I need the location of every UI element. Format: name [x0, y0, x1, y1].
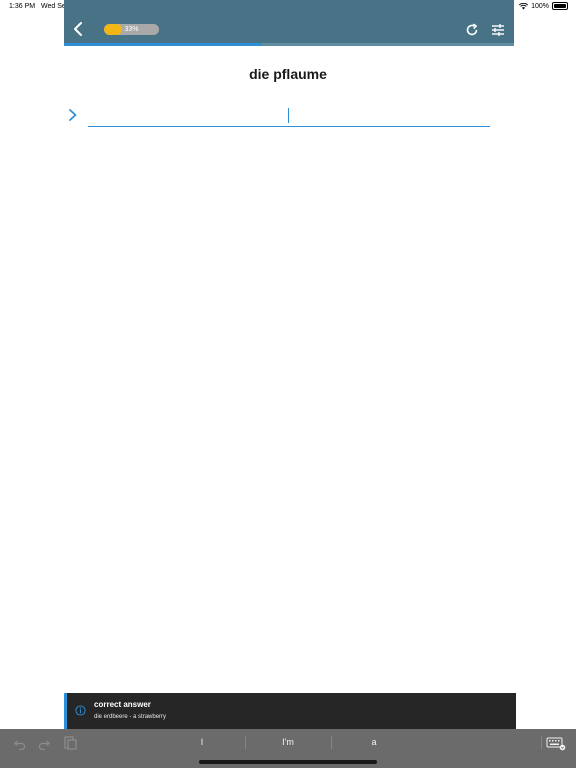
- toast-text: die erdbeere - a strawberry: [94, 714, 167, 720]
- paste-button[interactable]: [63, 735, 77, 750]
- battery-icon: [552, 2, 568, 10]
- redo-button[interactable]: [37, 736, 51, 750]
- feedback-toast: correct answer die erdbeere - a strawber…: [64, 693, 516, 729]
- status-indicators: 100%: [519, 2, 568, 10]
- back-button[interactable]: [70, 20, 88, 38]
- info-icon: [75, 705, 86, 716]
- toast-title: correct answer: [94, 700, 151, 709]
- prompt-word: die pflaume: [249, 66, 327, 82]
- app-header: 33%: [64, 0, 514, 46]
- home-indicator: [199, 760, 377, 764]
- card-progress-line: [64, 43, 262, 46]
- card-progress-track: [64, 43, 514, 46]
- suggestion-3[interactable]: a: [354, 737, 394, 747]
- undo-button[interactable]: [13, 736, 27, 750]
- text-caret: [288, 108, 290, 123]
- suggestion-2[interactable]: I'm: [268, 737, 308, 747]
- status-time: 1:36 PM: [9, 3, 36, 10]
- wifi-icon: [519, 2, 529, 9]
- session-progress: 33%: [104, 24, 159, 35]
- progress-label: 33%: [124, 26, 139, 33]
- suggestion-divider: [331, 736, 332, 749]
- suggestion-divider: [245, 736, 246, 749]
- settings-button[interactable]: [490, 22, 506, 38]
- chevron-right-icon: [69, 109, 77, 121]
- keyboard-hide-button[interactable]: [546, 736, 566, 751]
- battery-percent: 100%: [531, 2, 549, 10]
- suggestion-1[interactable]: I: [182, 737, 222, 747]
- refresh-button[interactable]: [464, 22, 480, 38]
- keyboard-divider: [541, 736, 542, 749]
